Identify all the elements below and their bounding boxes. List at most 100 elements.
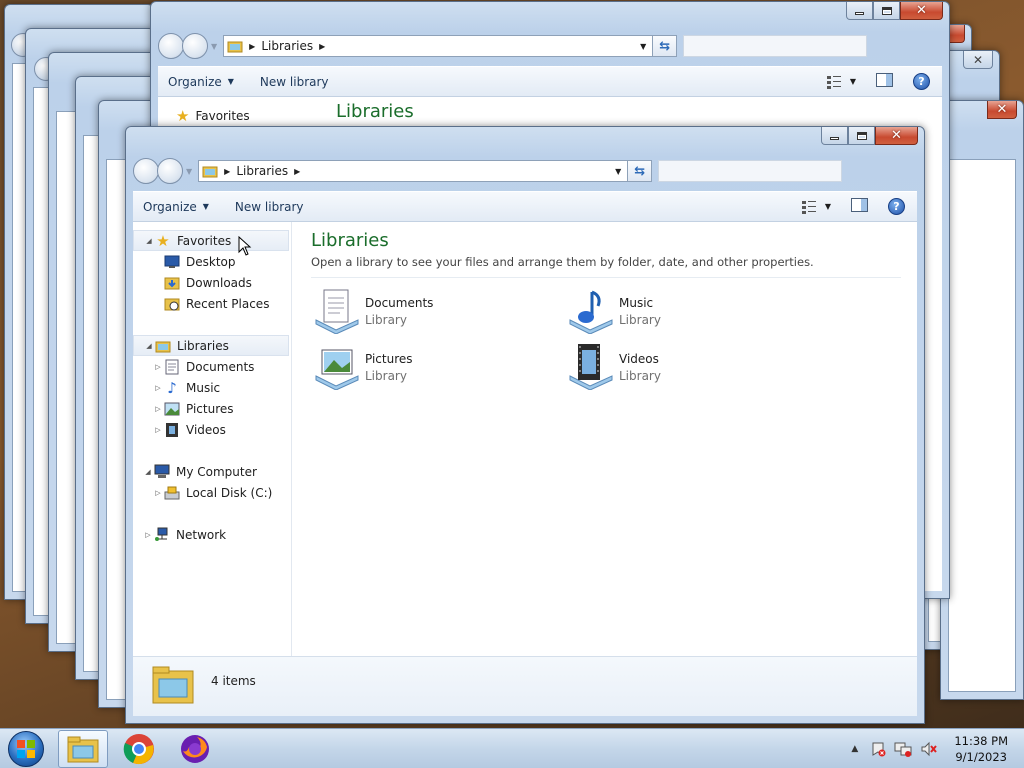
tree-libraries[interactable]: ◢ Libraries <box>133 335 289 356</box>
expand-arrow-icon[interactable]: ▷ <box>142 531 154 539</box>
expand-arrow-icon[interactable]: ▷ <box>152 384 164 392</box>
collapse-arrow-icon[interactable]: ◢ <box>143 342 155 350</box>
library-item-videos[interactable]: Videos Library <box>565 342 785 394</box>
address-bar[interactable]: ▶ Libraries ▶ ▼ <box>198 160 629 182</box>
help-button[interactable]: ? <box>913 73 930 90</box>
taskbar-chrome[interactable] <box>114 730 164 768</box>
tree-favorites[interactable]: ★ Favorites <box>176 107 250 125</box>
expand-arrow-icon[interactable]: ▷ <box>152 405 164 413</box>
back-button[interactable] <box>158 33 184 59</box>
close-button[interactable]: ✕ <box>987 101 1017 119</box>
organize-menu[interactable]: Organize ▼ <box>168 75 234 89</box>
tree-item-recent-places[interactable]: Recent Places <box>133 293 291 314</box>
help-icon: ? <box>918 75 925 88</box>
library-item-documents[interactable]: Documents Library <box>311 286 531 338</box>
explorer-window[interactable]: ✕ ▼ ▶ Libraries ▶ ▼ ⇆ Organize ▼ New lib… <box>125 126 925 724</box>
windows-logo-icon <box>17 739 35 758</box>
close-button[interactable]: ✕ <box>963 51 993 69</box>
hard-drive-icon <box>164 485 180 501</box>
tree-label: Libraries <box>177 338 229 353</box>
tree-label: Desktop <box>186 254 236 269</box>
window-controls: ✕ <box>963 51 993 69</box>
new-library-button[interactable]: New library <box>260 75 329 89</box>
tree-item-music[interactable]: ▷ ♪ Music <box>133 377 291 398</box>
new-library-label: New library <box>234 199 304 214</box>
recent-pages-dropdown[interactable]: ▼ <box>211 42 217 51</box>
close-button[interactable]: ✕ <box>875 127 918 145</box>
chrome-icon <box>123 733 154 764</box>
address-dropdown[interactable]: ▼ <box>609 161 627 181</box>
library-item-music[interactable]: Music Library <box>565 286 785 338</box>
videos-icon <box>164 422 180 438</box>
minimize-button[interactable] <box>846 2 873 20</box>
library-item-pictures[interactable]: Pictures Library <box>311 342 531 394</box>
breadcrumb-separator[interactable]: ▶ <box>319 42 325 51</box>
expand-arrow-icon[interactable]: ▷ <box>152 489 164 497</box>
breadcrumb-libraries[interactable]: Libraries <box>236 164 288 178</box>
maximize-button[interactable] <box>848 127 875 145</box>
minimize-button[interactable] <box>821 127 848 145</box>
breadcrumb-separator[interactable]: ▶ <box>224 167 230 176</box>
change-view-button[interactable]: ▼ <box>826 75 856 89</box>
chevron-down-icon: ▼ <box>227 77 234 86</box>
libraries-folder-icon <box>227 39 243 53</box>
recent-places-icon <box>164 296 180 312</box>
forward-button[interactable] <box>157 158 183 184</box>
close-icon: ✕ <box>996 102 1008 117</box>
network-status-icon[interactable] <box>894 741 912 757</box>
background-window[interactable]: ✕ <box>940 100 1024 700</box>
tree-item-desktop[interactable]: Desktop <box>133 251 291 272</box>
volume-muted-icon[interactable] <box>920 741 938 757</box>
tree-my-computer[interactable]: ◢ My Computer <box>133 461 291 482</box>
new-library-button[interactable]: New library <box>235 200 304 214</box>
address-bar[interactable]: ▶ Libraries ▶ ▼ <box>223 35 654 57</box>
tree-item-local-disk[interactable]: ▷ Local Disk (C:) <box>133 482 291 503</box>
refresh-button[interactable]: ⇆ <box>653 35 678 57</box>
forward-button[interactable] <box>182 33 208 59</box>
organize-menu[interactable]: Organize ▼ <box>143 200 209 214</box>
window-controls: ✕ <box>846 2 943 20</box>
preview-pane-button[interactable] <box>876 73 893 90</box>
desktop-icon <box>164 254 180 270</box>
breadcrumb-separator[interactable]: ▶ <box>249 42 255 51</box>
command-bar: Organize ▼ New library ▼ ? <box>158 66 942 97</box>
clock[interactable]: 11:38 PM 9/1/2023 <box>954 733 1008 765</box>
close-button[interactable]: ✕ <box>900 2 943 20</box>
recent-pages-dropdown[interactable]: ▼ <box>186 167 192 176</box>
command-bar: Organize ▼ New library ▼ ? <box>133 191 917 222</box>
breadcrumb-separator[interactable]: ▶ <box>294 167 300 176</box>
star-icon: ★ <box>176 107 190 125</box>
tree-item-downloads[interactable]: Downloads <box>133 272 291 293</box>
action-center-icon[interactable] <box>870 741 886 757</box>
address-dropdown[interactable]: ▼ <box>634 36 652 56</box>
breadcrumb-libraries[interactable]: Libraries <box>261 39 313 53</box>
tree-network[interactable]: ▷ Network <box>133 524 291 545</box>
search-input[interactable] <box>658 160 843 182</box>
expand-arrow-icon[interactable]: ▷ <box>152 426 164 434</box>
tree-favorites[interactable]: ◢ ★ Favorites <box>133 230 289 251</box>
preview-pane-button[interactable] <box>851 198 868 215</box>
tree-item-videos[interactable]: ▷ Videos <box>133 419 291 440</box>
tree-item-pictures[interactable]: ▷ Pictures <box>133 398 291 419</box>
tree-item-documents[interactable]: ▷ Documents <box>133 356 291 377</box>
show-hidden-icons-button[interactable]: ▲ <box>851 744 858 754</box>
search-input[interactable] <box>683 35 868 57</box>
help-button[interactable]: ? <box>888 198 905 215</box>
taskbar-firefox[interactable] <box>170 730 220 768</box>
maximize-button[interactable] <box>873 2 900 20</box>
libraries-folder-icon <box>155 338 171 354</box>
minimize-icon <box>855 12 864 15</box>
libraries-folder-icon <box>202 164 218 178</box>
back-button[interactable] <box>133 158 159 184</box>
taskbar-windows-explorer[interactable] <box>58 729 108 768</box>
system-tray: ▲ 11:38 PM 9/1/2023 <box>851 729 1024 768</box>
collapse-arrow-icon[interactable]: ◢ <box>142 468 154 476</box>
downloads-folder-icon <box>164 275 180 291</box>
change-view-button[interactable]: ▼ <box>801 200 831 214</box>
expand-arrow-icon[interactable]: ▷ <box>152 363 164 371</box>
new-library-label: New library <box>259 74 329 89</box>
documents-icon <box>164 359 180 375</box>
start-button[interactable] <box>8 730 44 767</box>
refresh-button[interactable]: ⇆ <box>628 160 653 182</box>
collapse-arrow-icon[interactable]: ◢ <box>143 237 155 245</box>
